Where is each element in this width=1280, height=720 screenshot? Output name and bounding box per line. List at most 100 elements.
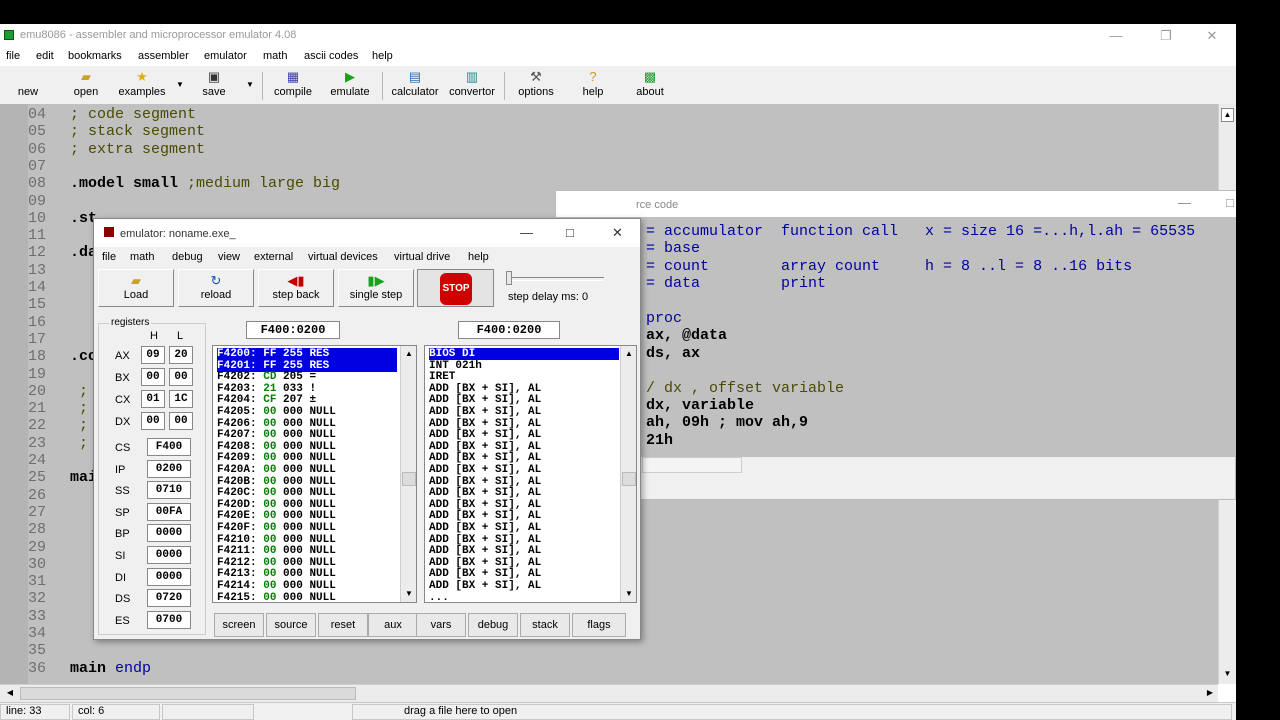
scroll-left-arrow[interactable]: ◀ xyxy=(4,687,16,699)
emu-menu-math[interactable]: math xyxy=(130,251,154,263)
disassembly-row[interactable]: ADD [BX + SI], AL xyxy=(429,545,619,557)
register-ax-high[interactable]: 09 xyxy=(141,346,165,364)
disassembly-row[interactable]: BIOS DI xyxy=(429,348,619,360)
disassembly-row[interactable]: ADD [BX + SI], AL xyxy=(429,580,619,592)
emu-menu-virtual-drive[interactable]: virtual drive xyxy=(394,251,450,263)
disassembly-row[interactable]: ADD [BX + SI], AL xyxy=(429,487,619,499)
editor-horizontal-scrollbar[interactable]: ◀ ▶ xyxy=(0,684,1218,702)
help-button[interactable]: ? help xyxy=(578,70,608,104)
open-button[interactable]: ▰ open xyxy=(66,70,106,104)
menu-bookmarks[interactable]: bookmarks xyxy=(68,50,122,62)
scroll-right-arrow[interactable]: ▶ xyxy=(1204,687,1216,699)
disassembly-row[interactable]: IRET xyxy=(429,371,619,383)
scroll-up-arrow[interactable]: ▲ xyxy=(623,348,635,360)
disassembly-row[interactable]: ADD [BX + SI], AL xyxy=(429,476,619,488)
emu-menu-debug[interactable]: debug xyxy=(172,251,203,263)
reload-button[interactable]: ↻ reload xyxy=(178,269,254,307)
calculator-button[interactable]: ▤ calculator xyxy=(388,70,442,104)
menu-math[interactable]: math xyxy=(263,50,287,62)
menu-edit[interactable]: edit xyxy=(36,50,54,62)
new-button[interactable]: new xyxy=(10,70,46,104)
register-bp-value[interactable]: 0000 xyxy=(147,524,191,543)
minimize-button[interactable]: — xyxy=(1096,26,1136,46)
stack-button[interactable]: stack xyxy=(520,613,570,637)
emulate-button[interactable]: ▶ emulate xyxy=(326,70,374,104)
emu-menu-help[interactable]: help xyxy=(468,251,489,263)
options-button[interactable]: ⚒ options xyxy=(514,70,558,104)
debug-button[interactable]: debug xyxy=(468,613,518,637)
emu-menu-external[interactable]: external xyxy=(254,251,293,263)
memory-list-scrollbar[interactable]: ▲ ▼ xyxy=(400,346,416,602)
convertor-button[interactable]: ▥ convertor xyxy=(446,70,498,104)
memory-row[interactable]: F4208: 00 000 NULL xyxy=(217,441,397,453)
disassembly-row[interactable]: INT 021h xyxy=(429,360,619,372)
register-bx-high[interactable]: 00 xyxy=(141,368,165,386)
scroll-down-arrow[interactable]: ▼ xyxy=(1221,668,1234,680)
source-button[interactable]: source xyxy=(266,613,316,637)
memory-row[interactable]: F4211: 00 000 NULL xyxy=(217,545,397,557)
menu-emulator[interactable]: emulator xyxy=(204,50,247,62)
disassembly-row[interactable]: ADD [BX + SI], AL xyxy=(429,383,619,395)
memory-row[interactable]: F4206: 00 000 NULL xyxy=(217,418,397,430)
flags-button[interactable]: flags xyxy=(572,613,626,637)
disassembly-row[interactable]: ADD [BX + SI], AL xyxy=(429,522,619,534)
memory-row[interactable]: F4209: 00 000 NULL xyxy=(217,452,397,464)
register-ax-low[interactable]: 20 xyxy=(169,346,193,364)
memory-row[interactable]: F420F: 00 000 NULL xyxy=(217,522,397,534)
scroll-down-arrow[interactable]: ▼ xyxy=(623,588,635,600)
emu-menu-virtual-devices[interactable]: virtual devices xyxy=(308,251,378,263)
scroll-thumb[interactable] xyxy=(622,472,636,486)
memory-row[interactable]: F420D: 00 000 NULL xyxy=(217,499,397,511)
memory-row[interactable]: F4200: FF 255 RES xyxy=(217,348,397,360)
memory-row[interactable]: F4215: 00 000 NULL xyxy=(217,592,397,602)
memory-row[interactable]: F420A: 00 000 NULL xyxy=(217,464,397,476)
memory-row[interactable]: F4210: 00 000 NULL xyxy=(217,534,397,546)
register-di-value[interactable]: 0000 xyxy=(147,567,191,586)
memory-row[interactable]: F4201: FF 255 RES xyxy=(217,359,397,372)
memory-row[interactable]: F420B: 00 000 NULL xyxy=(217,476,397,488)
examples-dropdown[interactable]: ▼ xyxy=(172,70,184,104)
menu-file[interactable]: file xyxy=(6,50,20,62)
register-dx-high[interactable]: 00 xyxy=(141,412,165,430)
memory-row[interactable]: F4203: 21 033 ! xyxy=(217,383,397,395)
register-cx-low[interactable]: 1C xyxy=(169,390,193,408)
disassembly-row[interactable]: ADD [BX + SI], AL xyxy=(429,499,619,511)
memory-row[interactable]: F4202: CD 205 = xyxy=(217,371,397,383)
disassembly-list-scrollbar[interactable]: ▲ ▼ xyxy=(620,346,636,602)
save-button[interactable]: ▣ save xyxy=(196,70,232,104)
menu-assembler[interactable]: assembler xyxy=(138,50,189,62)
disassembly-row[interactable]: ADD [BX + SI], AL xyxy=(429,452,619,464)
register-ss-value[interactable]: 0710 xyxy=(147,481,191,500)
emu-menu-view[interactable]: view xyxy=(218,251,240,263)
close-button[interactable]: ✕ xyxy=(1192,26,1232,46)
scroll-thumb[interactable] xyxy=(402,472,416,486)
minimize-button[interactable]: — xyxy=(520,225,533,240)
close-button[interactable]: ✕ xyxy=(612,225,623,241)
disassembly-row[interactable]: ADD [BX + SI], AL xyxy=(429,429,619,441)
memory-list[interactable]: F4200: FF 255 RES F4201: FF 255 RES F4202:… xyxy=(212,345,417,603)
memory-row[interactable]: F420E: 00 000 NULL xyxy=(217,510,397,522)
single-step-button[interactable]: ▮▶ single step xyxy=(338,269,414,307)
disassembly-row[interactable]: ADD [BX + SI], AL xyxy=(429,394,619,406)
screen-button[interactable]: screen xyxy=(214,613,264,637)
disassembly-row[interactable]: ADD [BX + SI], AL xyxy=(429,568,619,580)
register-ds-value[interactable]: 0720 xyxy=(147,589,191,608)
register-sp-value[interactable]: 00FA xyxy=(147,502,191,521)
step-back-button[interactable]: ◀▮ step back xyxy=(258,269,334,307)
save-dropdown[interactable]: ▼ xyxy=(242,70,254,104)
disassembly-address-input[interactable]: F400:0200 xyxy=(458,321,560,339)
reset-button[interactable]: reset xyxy=(318,613,368,637)
disassembly-row[interactable]: ADD [BX + SI], AL xyxy=(429,510,619,522)
vars-button[interactable]: vars xyxy=(416,613,466,637)
memory-row[interactable]: F4204: CF 207 ± xyxy=(217,394,397,406)
memory-address-input[interactable]: F400:0200 xyxy=(246,321,340,339)
menu-ascii-codes[interactable]: ascii codes xyxy=(304,50,358,62)
memory-row[interactable]: F4212: 00 000 NULL xyxy=(217,557,397,569)
maximize-button[interactable]: ❐ xyxy=(1146,26,1186,46)
disassembly-row[interactable]: ADD [BX + SI], AL xyxy=(429,418,619,430)
register-ip-value[interactable]: 0200 xyxy=(147,459,191,478)
scroll-up-arrow[interactable]: ▲ xyxy=(403,348,415,360)
disassembly-row[interactable]: ADD [BX + SI], AL xyxy=(429,534,619,546)
disassembly-row[interactable]: ADD [BX + SI], AL xyxy=(429,406,619,418)
load-button[interactable]: ▰ Load xyxy=(98,269,174,307)
